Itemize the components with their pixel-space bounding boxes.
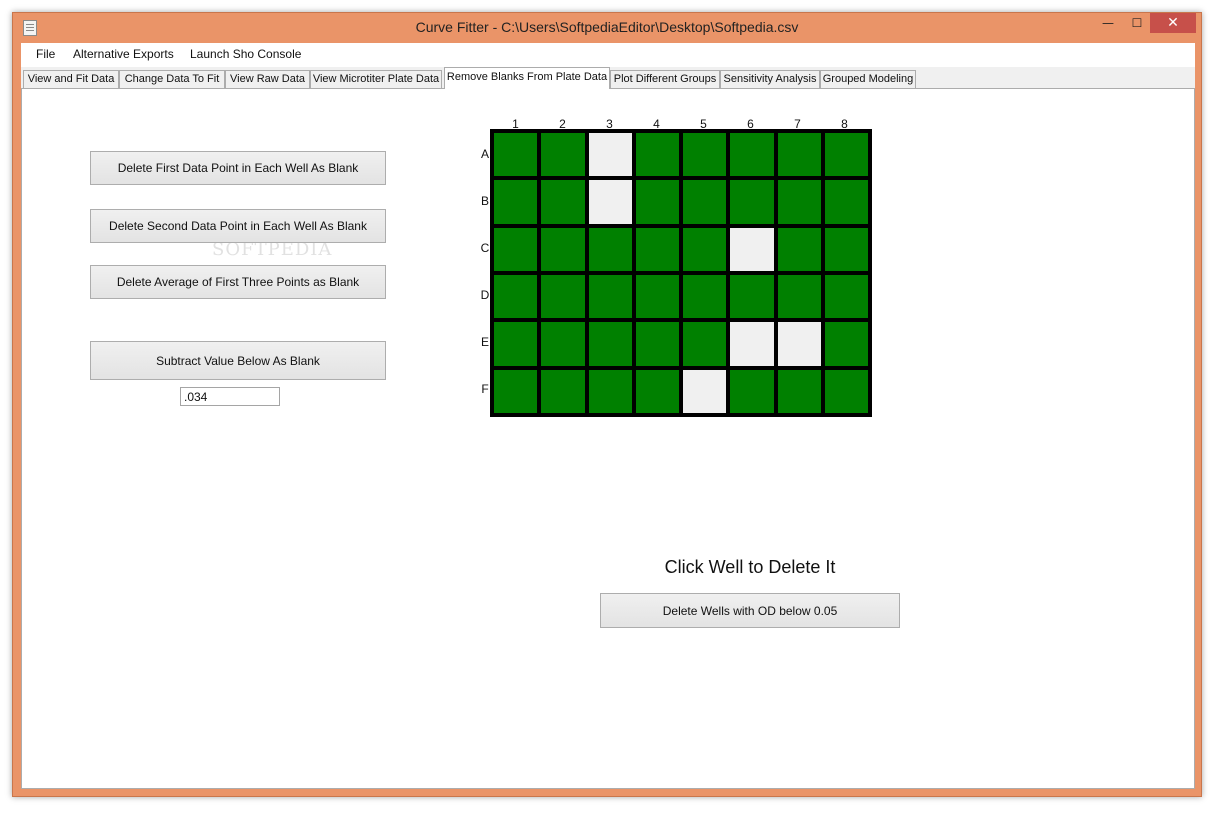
well-e7[interactable] bbox=[777, 322, 821, 366]
well-d8[interactable] bbox=[824, 274, 868, 319]
well-f3[interactable] bbox=[588, 369, 632, 413]
well-e4[interactable] bbox=[635, 322, 679, 366]
microtiter-plate-grid bbox=[490, 129, 872, 417]
well-c2[interactable] bbox=[541, 227, 585, 271]
client-area: File Alternative Exports Launch Sho Cons… bbox=[21, 43, 1195, 789]
well-a6[interactable] bbox=[730, 133, 774, 177]
click-well-hint: Click Well to Delete It bbox=[664, 557, 836, 577]
delete-first-point-button[interactable]: Delete First Data Point in Each Well As … bbox=[90, 151, 386, 185]
tab-strip: View and Fit Data Change Data To Fit Vie… bbox=[21, 67, 1195, 89]
remove-blanks-panel: SOFTPEDIA Delete First Data Point in Eac… bbox=[21, 88, 1195, 789]
menu-bar: File Alternative Exports Launch Sho Cons… bbox=[21, 43, 1195, 67]
tab-sensitivity-analysis[interactable]: Sensitivity Analysis bbox=[720, 70, 820, 88]
well-d1[interactable] bbox=[494, 274, 538, 319]
delete-average-button[interactable]: Delete Average of First Three Points as … bbox=[90, 265, 386, 299]
well-e2[interactable] bbox=[541, 322, 585, 366]
title-bar[interactable]: Curve Fitter - C:\Users\SoftpediaEditor\… bbox=[13, 13, 1201, 43]
close-button[interactable]: ✕ bbox=[1150, 13, 1196, 33]
delete-second-point-button[interactable]: Delete Second Data Point in Each Well As… bbox=[90, 209, 386, 243]
well-c7[interactable] bbox=[777, 227, 821, 271]
well-f6[interactable] bbox=[730, 369, 774, 413]
well-f5[interactable] bbox=[683, 369, 727, 413]
well-b2[interactable] bbox=[541, 180, 585, 224]
minimize-button[interactable]: — bbox=[1095, 13, 1121, 33]
well-c8[interactable] bbox=[824, 227, 868, 271]
menu-alternative-exports[interactable]: Alternative Exports bbox=[73, 47, 174, 61]
well-a8[interactable] bbox=[824, 133, 868, 177]
well-a1[interactable] bbox=[494, 133, 538, 177]
well-c6[interactable] bbox=[730, 227, 774, 271]
well-d2[interactable] bbox=[541, 274, 585, 319]
tab-remove-blanks[interactable]: Remove Blanks From Plate Data bbox=[444, 67, 610, 89]
tab-grouped-modeling[interactable]: Grouped Modeling bbox=[820, 70, 916, 88]
well-e5[interactable] bbox=[683, 322, 727, 366]
well-d3[interactable] bbox=[588, 274, 632, 319]
well-d7[interactable] bbox=[777, 274, 821, 319]
well-d5[interactable] bbox=[683, 274, 727, 319]
well-e1[interactable] bbox=[494, 322, 538, 366]
well-a3[interactable] bbox=[588, 133, 632, 177]
menu-launch-sho-console[interactable]: Launch Sho Console bbox=[190, 47, 301, 61]
well-f1[interactable] bbox=[494, 369, 538, 413]
tab-plot-different-groups[interactable]: Plot Different Groups bbox=[610, 70, 720, 88]
well-c5[interactable] bbox=[683, 227, 727, 271]
well-a4[interactable] bbox=[635, 133, 679, 177]
tab-change-data-to-fit[interactable]: Change Data To Fit bbox=[119, 70, 225, 88]
well-a5[interactable] bbox=[683, 133, 727, 177]
well-f4[interactable] bbox=[635, 369, 679, 413]
maximize-button[interactable]: ☐ bbox=[1124, 13, 1150, 33]
well-e6[interactable] bbox=[730, 322, 774, 366]
window-title: Curve Fitter - C:\Users\SoftpediaEditor\… bbox=[415, 19, 799, 35]
tab-view-microtiter-plate-data[interactable]: View Microtiter Plate Data bbox=[310, 70, 442, 88]
well-c3[interactable] bbox=[588, 227, 632, 271]
well-b5[interactable] bbox=[683, 180, 727, 224]
well-c4[interactable] bbox=[635, 227, 679, 271]
menu-file[interactable]: File bbox=[36, 47, 55, 61]
delete-low-od-wells-button[interactable]: Delete Wells with OD below 0.05 bbox=[600, 593, 900, 628]
blank-value-input[interactable] bbox=[180, 387, 280, 406]
well-f7[interactable] bbox=[777, 369, 821, 413]
tab-view-and-fit-data[interactable]: View and Fit Data bbox=[23, 70, 119, 88]
well-a2[interactable] bbox=[541, 133, 585, 177]
tab-view-raw-data[interactable]: View Raw Data bbox=[225, 70, 310, 88]
well-d6[interactable] bbox=[730, 274, 774, 319]
app-window: Curve Fitter - C:\Users\SoftpediaEditor\… bbox=[12, 12, 1202, 797]
well-b3[interactable] bbox=[588, 180, 632, 224]
well-b4[interactable] bbox=[635, 180, 679, 224]
well-b1[interactable] bbox=[494, 180, 538, 224]
well-f2[interactable] bbox=[541, 369, 585, 413]
well-f8[interactable] bbox=[824, 369, 868, 413]
well-b7[interactable] bbox=[777, 180, 821, 224]
well-b6[interactable] bbox=[730, 180, 774, 224]
well-b8[interactable] bbox=[824, 180, 868, 224]
subtract-value-button[interactable]: Subtract Value Below As Blank bbox=[90, 341, 386, 380]
well-e3[interactable] bbox=[588, 322, 632, 366]
well-d4[interactable] bbox=[635, 274, 679, 319]
well-a7[interactable] bbox=[777, 133, 821, 177]
well-c1[interactable] bbox=[494, 227, 538, 271]
well-e8[interactable] bbox=[824, 322, 868, 366]
